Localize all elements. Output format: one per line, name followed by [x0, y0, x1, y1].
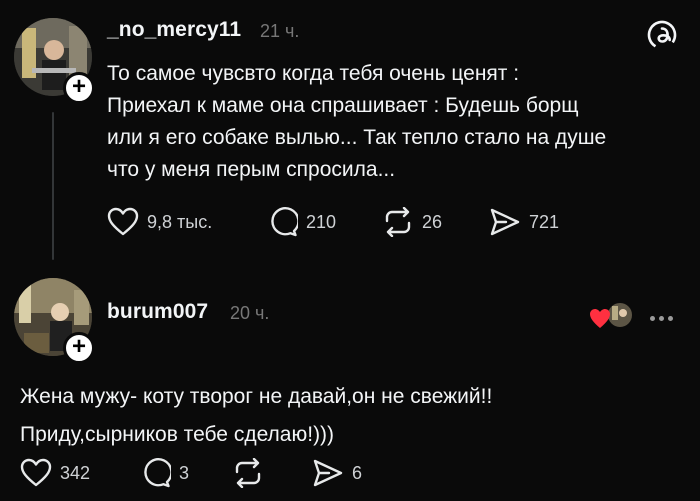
like-count: 342 [60, 462, 91, 483]
repost-arrows-icon [235, 458, 261, 488]
post-timestamp: 20 ч. [230, 303, 270, 323]
thread-post: + burum007 20 ч. Жена мужу- коту творог … [0, 270, 700, 501]
post-username[interactable]: _no_mercy11 [107, 18, 241, 42]
post-timestamp: 21 ч. [260, 21, 300, 41]
reply-button[interactable]: 3 [141, 458, 189, 488]
share-button[interactable]: 721 [489, 207, 559, 237]
threads-logo-icon[interactable] [647, 20, 677, 55]
post-text: То самое чувсвто когда тебя очень ценят … [107, 62, 607, 181]
reply-count: 3 [179, 462, 190, 483]
heart-icon [590, 309, 610, 328]
comment-bubble-icon [144, 458, 171, 488]
heart-icon [20, 458, 52, 487]
like-count: 9,8 тыс. [147, 211, 213, 232]
share-count: 6 [352, 462, 363, 483]
comment-bubble-icon [271, 207, 298, 237]
send-paper-plane-icon [490, 208, 520, 236]
share-count: 721 [529, 211, 560, 232]
post-text: Жена мужу- коту творог не давай,он не св… [20, 385, 493, 446]
thread-connector-line [52, 112, 54, 260]
share-button[interactable]: 6 [312, 458, 362, 488]
post-username[interactable]: burum007 [107, 300, 208, 324]
more-options-icon[interactable] [650, 316, 673, 321]
follow-plus-button[interactable]: + [63, 72, 95, 104]
follow-plus-button[interactable]: + [63, 332, 95, 364]
repost-button[interactable]: 26 [382, 207, 442, 237]
heart-icon [107, 207, 139, 236]
like-button[interactable]: 9,8 тыс. [107, 207, 212, 237]
like-button[interactable]: 342 [20, 458, 90, 488]
author-liked-indicator [590, 300, 634, 337]
repost-arrows-icon [385, 207, 411, 237]
reply-count: 210 [306, 211, 337, 232]
reply-button[interactable]: 210 [268, 207, 336, 237]
thread-post: + _no_mercy11 21 ч. То самое чувсвто ког… [0, 0, 700, 270]
repost-count: 26 [422, 211, 443, 232]
repost-button[interactable] [232, 458, 264, 488]
send-paper-plane-icon [313, 459, 343, 487]
